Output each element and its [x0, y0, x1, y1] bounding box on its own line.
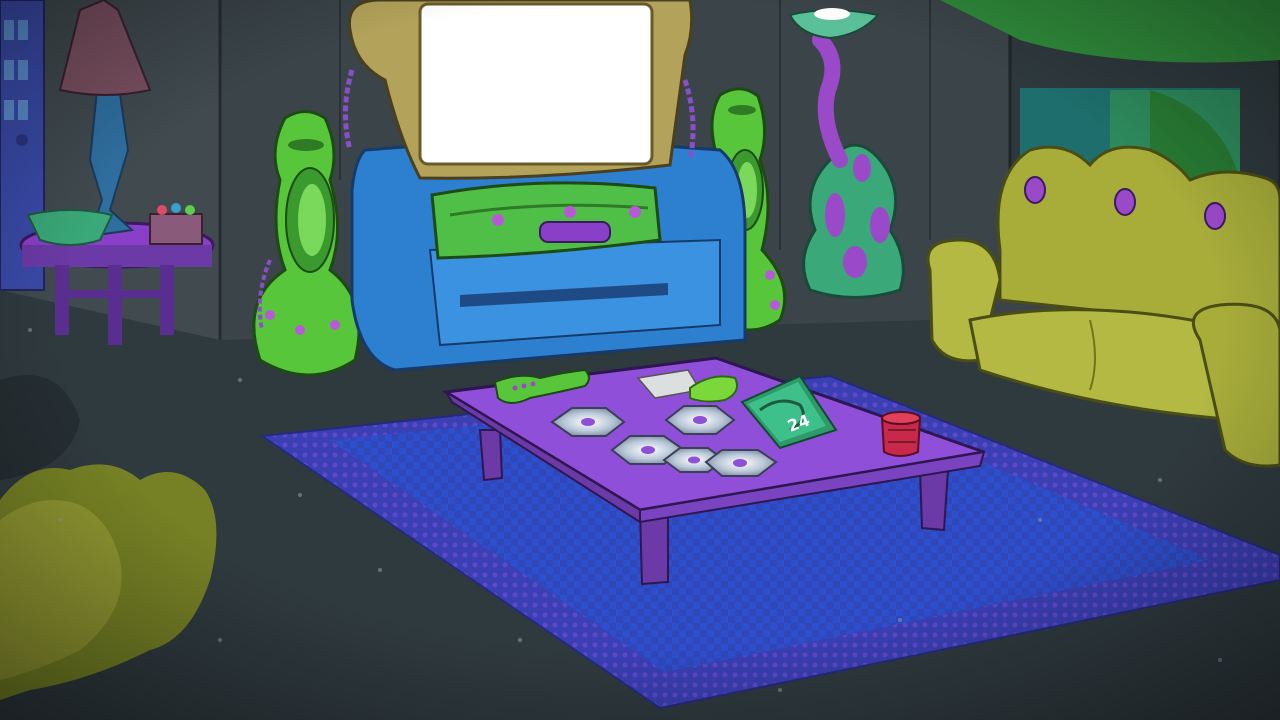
- scene-canvas: 24: [0, 0, 1280, 720]
- game-scene: 24: [0, 0, 1280, 720]
- vignette-overlay: [0, 0, 1280, 720]
